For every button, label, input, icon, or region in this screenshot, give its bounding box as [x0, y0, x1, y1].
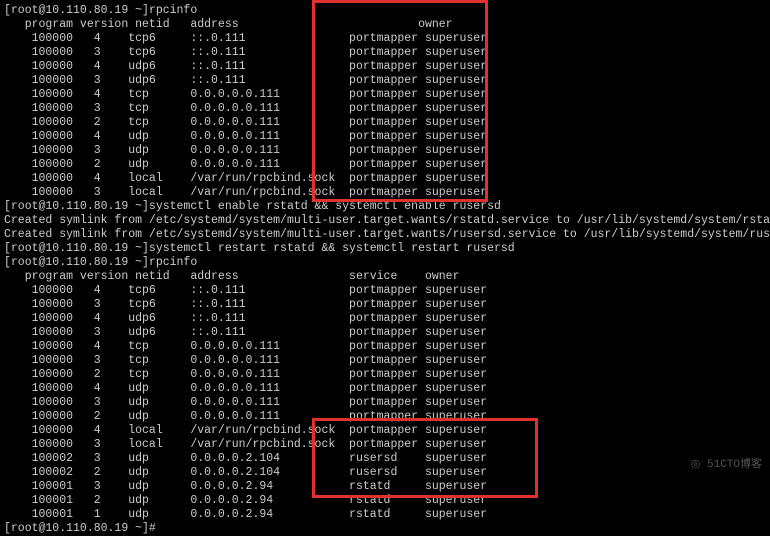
prompt-line: [root@10.110.80.19 ~]systemctl restart r…	[4, 242, 766, 256]
table-row: 100000 2 udp 0.0.0.0.0.111 portmapper su…	[4, 410, 766, 424]
table-row: 100000 3 local /var/run/rpcbind.sock por…	[4, 438, 766, 452]
table-row: 100002 2 udp 0.0.0.0.2.104 rusersd super…	[4, 466, 766, 480]
prompt-line: [root@10.110.80.19 ~]rpcinfo	[4, 256, 766, 270]
table-row: 100002 3 udp 0.0.0.0.2.104 rusersd super…	[4, 452, 766, 466]
table-row: 100000 4 tcp6 ::.0.111 portmapper superu…	[4, 32, 766, 46]
symlink-line: Created symlink from /etc/systemd/system…	[4, 228, 766, 242]
table-row: 100000 4 tcp6 ::.0.111 portmapper superu…	[4, 284, 766, 298]
table-header: program version netid address owner	[4, 18, 766, 32]
table-row: 100000 3 tcp 0.0.0.0.0.111 portmapper su…	[4, 354, 766, 368]
table-row: 100000 3 udp 0.0.0.0.0.111 portmapper su…	[4, 396, 766, 410]
table-header: program version netid address service ow…	[4, 270, 766, 284]
table-row: 100000 3 tcp6 ::.0.111 portmapper superu…	[4, 46, 766, 60]
table-row: 100000 2 tcp 0.0.0.0.0.111 portmapper su…	[4, 368, 766, 382]
table-row: 100000 4 local /var/run/rpcbind.sock por…	[4, 172, 766, 186]
table-row: 100000 4 udp6 ::.0.111 portmapper superu…	[4, 312, 766, 326]
table-row: 100000 4 tcp 0.0.0.0.0.111 portmapper su…	[4, 340, 766, 354]
table-row: 100000 3 udp6 ::.0.111 portmapper superu…	[4, 326, 766, 340]
table-row: 100000 4 udp 0.0.0.0.0.111 portmapper su…	[4, 382, 766, 396]
table-row: 100000 4 udp6 ::.0.111 portmapper superu…	[4, 60, 766, 74]
prompt-line: [root@10.110.80.19 ~]#	[4, 522, 766, 536]
table-row: 100000 3 udp 0.0.0.0.0.111 portmapper su…	[4, 144, 766, 158]
table-row: 100000 4 udp 0.0.0.0.0.111 portmapper su…	[4, 130, 766, 144]
table-row: 100000 3 tcp6 ::.0.111 portmapper superu…	[4, 298, 766, 312]
table-row: 100000 4 tcp 0.0.0.0.0.111 portmapper su…	[4, 88, 766, 102]
table-row: 100000 2 udp 0.0.0.0.0.111 portmapper su…	[4, 158, 766, 172]
prompt-line: [root@10.110.80.19 ~]rpcinfo	[4, 4, 766, 18]
table-row: 100000 3 udp6 ::.0.111 portmapper superu…	[4, 74, 766, 88]
symlink-line: Created symlink from /etc/systemd/system…	[4, 214, 766, 228]
table-row: 100001 2 udp 0.0.0.0.2.94 rstatd superus…	[4, 494, 766, 508]
table-row: 100001 1 udp 0.0.0.0.2.94 rstatd superus…	[4, 508, 766, 522]
table-row: 100000 3 tcp 0.0.0.0.0.111 portmapper su…	[4, 102, 766, 116]
prompt-line: [root@10.110.80.19 ~]systemctl enable rs…	[4, 200, 766, 214]
table-row: 100000 4 local /var/run/rpcbind.sock por…	[4, 424, 766, 438]
table-row: 100000 2 tcp 0.0.0.0.0.111 portmapper su…	[4, 116, 766, 130]
terminal-output: [root@10.110.80.19 ~]rpcinfo program ver…	[4, 4, 766, 536]
watermark: ◎ 51CTO博客	[691, 458, 762, 472]
table-row: 100001 3 udp 0.0.0.0.2.94 rstatd superus…	[4, 480, 766, 494]
table-row: 100000 3 local /var/run/rpcbind.sock por…	[4, 186, 766, 200]
